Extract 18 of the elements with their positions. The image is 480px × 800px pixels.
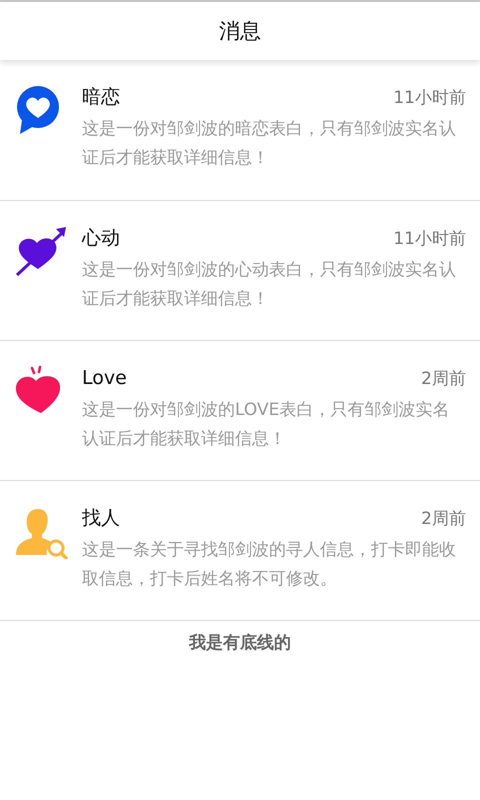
- message-item[interactable]: 心动 11小时前 这是一份对邹剑波的心动表白，只有邹剑波实名认证后才能获取详细信息！: [0, 201, 480, 341]
- page-title: 消息: [219, 18, 261, 45]
- message-time: 2周前: [421, 508, 466, 530]
- end-of-list-text: 我是有底线的: [189, 632, 291, 654]
- message-time: 11小时前: [393, 228, 466, 250]
- message-text: 这是一份对邹剑波的暗恋表白，只有邹剑波实名认证后才能获取详细信息！: [82, 118, 457, 170]
- message-item[interactable]: Love 2周前 这是一份对邹剑波的LOVE表白，只有邹剑波实名认证后才能获取详细信息！: [0, 341, 480, 481]
- message-title: 暗恋: [82, 85, 120, 110]
- message-text: 这是一条关于寻找邹剑波的寻人信息，打卡即能收取信息，打卡后姓名将不可修改。: [82, 539, 457, 591]
- message-item[interactable]: 暗恋 11小时前 这是一份对邹剑波的暗恋表白，只有邹剑波实名认证后才能获取详细信息！: [0, 60, 480, 201]
- message-text: 这是一份对邹剑波的LOVE表白，只有邹剑波实名认证后才能获取详细信息！: [82, 399, 450, 451]
- message-item[interactable]: 找人 2周前 这是一条关于寻找邹剑波的寻人信息，打卡即能收取信息，打卡后姓名将不可修改。: [0, 481, 480, 621]
- message-title: 心动: [82, 226, 120, 251]
- message-time: 2周前: [421, 368, 466, 390]
- message-title: Love: [82, 367, 127, 389]
- message-title: 找人: [82, 506, 120, 531]
- message-text: 这是一份对邹剑波的心动表白，只有邹剑波实名认证后才能获取详细信息！: [82, 259, 457, 311]
- message-time: 11小时前: [393, 86, 466, 108]
